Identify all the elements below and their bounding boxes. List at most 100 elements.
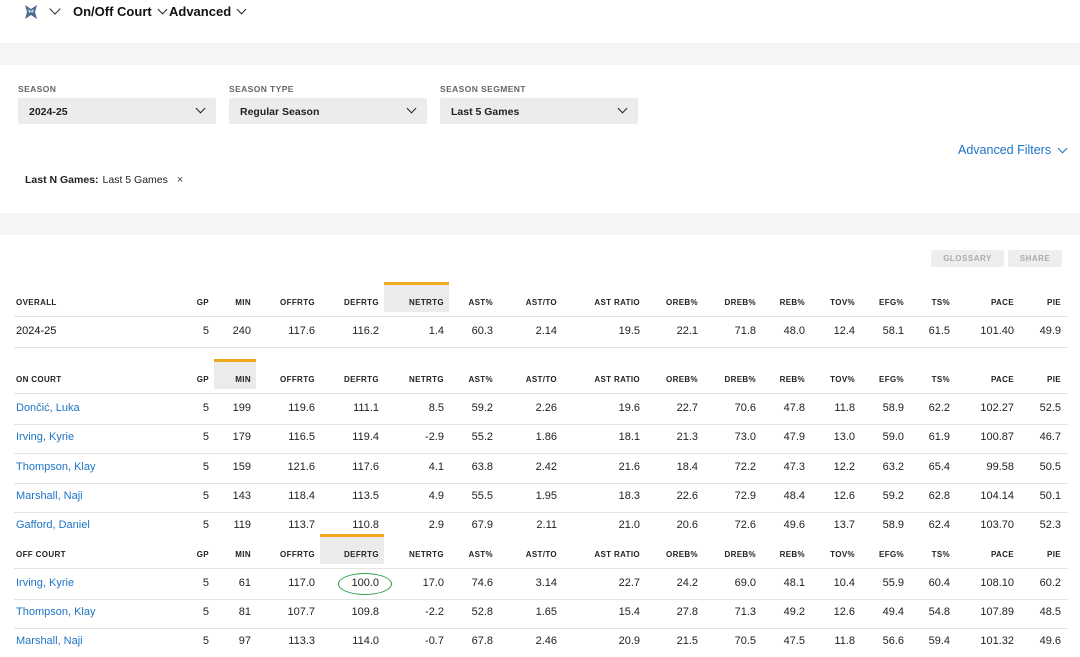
glossary-button[interactable]: GLOSSARY (931, 250, 1004, 267)
column-header-reb-pct[interactable]: REB% (780, 550, 805, 559)
column-header-pie[interactable]: PIE (1047, 298, 1061, 307)
cell-defrtg: 113.5 (352, 490, 379, 502)
column-header-offrtg[interactable]: OFFRTG (280, 298, 315, 307)
column-header-pie[interactable]: PIE (1047, 550, 1061, 559)
cell-reb-pct: 48.1 (783, 577, 805, 589)
column-header-pace[interactable]: PACE (991, 375, 1014, 384)
column-header-tov-pct[interactable]: TOV% (830, 550, 855, 559)
cell-gp: 5 (202, 519, 209, 531)
column-header-ts-pct[interactable]: TS% (932, 298, 950, 307)
cell-tov-pct: 13.7 (833, 519, 855, 531)
player-link[interactable]: Marshall, Naji (16, 635, 83, 647)
cell-ast-pct: 52.8 (471, 606, 493, 618)
cell-ast-ratio: 19.6 (618, 402, 640, 414)
column-header-ts-pct[interactable]: TS% (932, 375, 950, 384)
cell-reb-pct: 47.5 (783, 635, 805, 647)
cell-netrtg: -2.2 (425, 606, 444, 618)
column-header-efg-pct[interactable]: EFG% (879, 550, 904, 559)
player-link[interactable]: Thompson, Klay (16, 461, 95, 473)
column-header-defrtg[interactable]: DEFRTG (344, 375, 379, 384)
cell-ast-ratio: 15.4 (618, 606, 640, 618)
column-header-offrtg[interactable]: OFFRTG (280, 375, 315, 384)
cell-ast-ratio: 18.1 (618, 431, 640, 443)
column-header-efg-pct[interactable]: EFG% (879, 375, 904, 384)
cell-min: 61 (238, 577, 251, 589)
season-segment-select[interactable]: Last 5 Games (440, 98, 638, 124)
column-header-pace[interactable]: PACE (991, 298, 1014, 307)
column-header-tov-pct[interactable]: TOV% (830, 375, 855, 384)
player-link[interactable]: Irving, Kyrie (16, 577, 74, 589)
column-header-netrtg[interactable]: NETRTG (409, 375, 444, 384)
column-header-pie[interactable]: PIE (1047, 375, 1061, 384)
column-header-reb-pct[interactable]: REB% (780, 298, 805, 307)
cell-tov-pct: 11.8 (834, 402, 855, 414)
player-link[interactable]: Dončić, Luka (16, 402, 80, 414)
column-header-ast-ratio[interactable]: AST RATIO (594, 550, 640, 559)
column-header-oreb-pct[interactable]: OREB% (666, 375, 698, 384)
mavericks-logo-icon[interactable] (22, 3, 40, 21)
cell-gp: 5 (202, 461, 209, 473)
column-header-efg-pct[interactable]: EFG% (879, 298, 904, 307)
season-type-select[interactable]: Regular Season (229, 98, 427, 124)
column-header-ast-to[interactable]: AST/TO (526, 550, 557, 559)
column-header-reb-pct[interactable]: REB% (780, 375, 805, 384)
column-header-min[interactable]: MIN (235, 550, 251, 559)
column-header-ast-pct[interactable]: AST% (468, 298, 493, 307)
column-header-gp[interactable]: GP (197, 298, 209, 307)
column-header-min[interactable]: MIN (235, 298, 251, 307)
column-header-gp[interactable]: GP (197, 375, 209, 384)
cell-reb-pct: 49.6 (783, 519, 805, 531)
divider-band (0, 213, 1080, 235)
column-header-dreb-pct[interactable]: DREB% (724, 375, 756, 384)
cell-netrtg: -0.7 (425, 635, 444, 647)
cell-dreb-pct: 72.2 (734, 461, 756, 473)
column-header-defrtg[interactable]: DEFRTG (344, 550, 379, 559)
player-link[interactable]: Thompson, Klay (16, 606, 95, 618)
nav-dropdown-advanced[interactable]: Advanced (169, 4, 247, 19)
column-header-ast-ratio[interactable]: AST RATIO (594, 298, 640, 307)
column-header-dreb-pct[interactable]: DREB% (724, 550, 756, 559)
row-divider (14, 393, 1068, 394)
cell-pace: 101.32 (980, 635, 1014, 647)
column-header-netrtg[interactable]: NETRTG (409, 550, 444, 559)
player-link[interactable]: Gafford, Daniel (16, 519, 90, 531)
cell-ast-ratio: 21.0 (618, 519, 640, 531)
share-button[interactable]: SHARE (1008, 250, 1062, 267)
section-title: OVERALL (16, 298, 57, 307)
column-header-offrtg[interactable]: OFFRTG (280, 550, 315, 559)
column-header-ast-to[interactable]: AST/TO (526, 298, 557, 307)
cell-defrtg: 114.0 (352, 635, 379, 647)
cell-gp: 5 (202, 606, 209, 618)
player-link[interactable]: Irving, Kyrie (16, 431, 74, 443)
column-header-ast-to[interactable]: AST/TO (526, 375, 557, 384)
column-header-tov-pct[interactable]: TOV% (830, 298, 855, 307)
cell-ast-ratio: 20.9 (618, 635, 640, 647)
cell-tov-pct: 12.4 (833, 325, 855, 337)
cell-ast-to: 2.26 (535, 402, 557, 414)
section-title: OFF COURT (16, 550, 66, 559)
cell-efg-pct: 59.0 (882, 431, 904, 443)
column-header-netrtg[interactable]: NETRTG (409, 298, 444, 307)
column-header-pace[interactable]: PACE (991, 550, 1014, 559)
season-select[interactable]: 2024-25 (18, 98, 216, 124)
advanced-filters-toggle[interactable]: Advanced Filters (958, 143, 1068, 157)
column-header-ts-pct[interactable]: TS% (932, 550, 950, 559)
column-header-ast-pct[interactable]: AST% (468, 550, 493, 559)
cell-efg-pct: 58.9 (882, 519, 904, 531)
column-header-gp[interactable]: GP (197, 550, 209, 559)
cell-dreb-pct: 71.3 (734, 606, 756, 618)
team-chevron-down-icon[interactable] (49, 3, 61, 15)
row-label: 2024-25 (16, 325, 57, 337)
remove-filter-icon[interactable]: × (177, 174, 183, 186)
player-link[interactable]: Marshall, Naji (16, 490, 83, 502)
cell-ast-to: 1.95 (535, 490, 557, 502)
column-header-dreb-pct[interactable]: DREB% (724, 298, 756, 307)
nav-dropdown-on-off-court[interactable]: On/Off Court (73, 4, 168, 19)
column-header-oreb-pct[interactable]: OREB% (666, 298, 698, 307)
column-header-min[interactable]: MIN (235, 375, 251, 384)
column-header-defrtg[interactable]: DEFRTG (344, 298, 379, 307)
column-header-ast-pct[interactable]: AST% (468, 375, 493, 384)
column-header-ast-ratio[interactable]: AST RATIO (594, 375, 640, 384)
column-header-oreb-pct[interactable]: OREB% (666, 550, 698, 559)
cell-min: 240 (232, 325, 251, 337)
